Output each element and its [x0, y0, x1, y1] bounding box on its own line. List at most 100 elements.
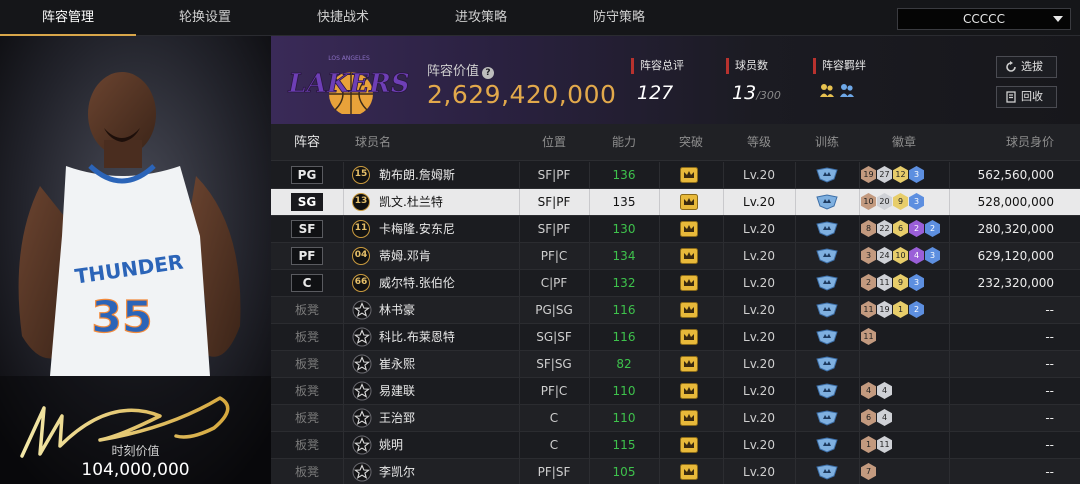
crown-badge-icon[interactable]: [680, 302, 698, 318]
team-select-dropdown[interactable]: CCCCC: [897, 8, 1071, 30]
badge-gold[interactable]: 9: [893, 193, 908, 210]
tab-rotation-settings[interactable]: 轮换设置: [136, 0, 274, 36]
table-row[interactable]: SF 11 卡梅隆.安东尼 SF|PF 130 Lv.20 8 22 6 2 2 280,320,00…: [271, 216, 1080, 243]
badge-list[interactable]: 2 11 9 3: [861, 274, 924, 292]
badge-gold[interactable]: 9: [893, 274, 908, 291]
crown-badge-icon[interactable]: [680, 167, 698, 183]
badge-bronze[interactable]: 3: [861, 247, 876, 264]
table-row[interactable]: 板凳 林书豪 PG|SG 116 Lv.20 11 19 1 2 --: [271, 297, 1080, 324]
badge-gold[interactable]: 1: [893, 301, 908, 318]
training-shield-icon[interactable]: [816, 302, 838, 318]
badge-bronze[interactable]: 8: [861, 220, 876, 237]
player-level: Lv.20: [743, 222, 775, 236]
badge-bronze[interactable]: 19: [861, 166, 876, 183]
training-shield-icon[interactable]: [816, 437, 838, 453]
select-button[interactable]: 选拔: [996, 56, 1057, 78]
player-card[interactable]: THUNDER 35 时刻价值 104,000,000: [0, 36, 271, 484]
crown-badge-icon[interactable]: [680, 221, 698, 237]
table-row[interactable]: 板凳 李凯尔 PF|SF 105 Lv.20 7 --: [271, 459, 1080, 484]
training-shield-icon[interactable]: [816, 194, 838, 210]
tab-quick-tactics[interactable]: 快捷战术: [274, 0, 412, 36]
badge-list[interactable]: 11 19 1 2: [861, 301, 924, 319]
help-icon[interactable]: ?: [482, 67, 495, 79]
player-value: --: [1045, 438, 1054, 452]
header-badges: 徽章: [891, 135, 916, 149]
training-shield-icon[interactable]: [816, 464, 838, 480]
table-row[interactable]: 板凳 易建联 PF|C 110 Lv.20 4 4 --: [271, 378, 1080, 405]
table-row[interactable]: C 66 威尔特.张伯伦 C|PF 132 Lv.20 2 11 9 3 232,320,000: [271, 270, 1080, 297]
table-row[interactable]: 板凳 科比.布莱恩特 SG|SF 116 Lv.20 11 --: [271, 324, 1080, 351]
badge-silver[interactable]: 19: [877, 301, 892, 318]
badge-list[interactable]: 3 24 10 4 3: [861, 247, 940, 265]
table-row[interactable]: 板凳 崔永熙 SF|SG 82 Lv.20 --: [271, 351, 1080, 378]
badge-silver[interactable]: 11: [877, 274, 892, 291]
badge-blue[interactable]: 2: [909, 301, 924, 318]
badge-purple[interactable]: 2: [909, 220, 924, 237]
badge-list[interactable]: 11: [861, 328, 876, 346]
badge-blue[interactable]: 3: [909, 274, 924, 291]
crown-badge-icon[interactable]: [680, 437, 698, 453]
badge-blue[interactable]: 3: [925, 247, 940, 264]
badge-bronze[interactable]: 4: [861, 382, 876, 399]
badge-purple[interactable]: 4: [909, 247, 924, 264]
badge-blue[interactable]: 3: [909, 166, 924, 183]
badge-list[interactable]: 44: [861, 382, 892, 400]
crown-badge-icon[interactable]: [680, 383, 698, 399]
training-shield-icon[interactable]: [816, 248, 838, 264]
badge-list[interactable]: 8 22 6 2 2: [861, 220, 940, 238]
badge-bronze[interactable]: 7: [861, 463, 876, 480]
badge-silver[interactable]: 11: [877, 436, 892, 453]
crown-badge-icon[interactable]: [680, 356, 698, 372]
badge-silver[interactable]: 22: [877, 220, 892, 237]
badge-silver[interactable]: 4: [877, 382, 892, 399]
badge-list[interactable]: 19 27 12 3: [861, 166, 924, 184]
badge-bronze[interactable]: 6: [861, 409, 876, 426]
training-shield-icon[interactable]: [816, 383, 838, 399]
badge-list[interactable]: 7: [861, 463, 876, 481]
crown-badge-icon[interactable]: [680, 329, 698, 345]
training-shield-icon[interactable]: [816, 356, 838, 372]
badge-bronze[interactable]: 10: [861, 193, 876, 210]
table-row[interactable]: 板凳 姚明 C 115 Lv.20 1 11 --: [271, 432, 1080, 459]
crown-badge-icon[interactable]: [680, 194, 698, 210]
training-shield-icon[interactable]: [816, 410, 838, 426]
badge-list[interactable]: 64: [861, 409, 892, 427]
bond-group-gold-icon[interactable]: [819, 82, 835, 98]
table-row[interactable]: SG 13 凯文.杜兰特 SF|PF 135 Lv.20 10 20 9 3 528,000,000: [271, 189, 1080, 216]
badge-silver[interactable]: 4: [877, 409, 892, 426]
slot-position-badge: PF: [291, 247, 323, 265]
badge-list[interactable]: 10 20 9 3: [861, 193, 924, 211]
training-shield-icon[interactable]: [816, 275, 838, 291]
table-row[interactable]: 板凳 王治郅 C 110 Lv.20 6 4 --: [271, 405, 1080, 432]
badge-gold[interactable]: 10: [893, 247, 908, 264]
crown-badge-icon[interactable]: [680, 464, 698, 480]
table-row[interactable]: PG 15 勒布朗.詹姆斯 SF|PF 136 Lv.20 19 27 12 3 562,560,0…: [271, 162, 1080, 189]
bond-icons[interactable]: [813, 82, 866, 98]
badge-silver[interactable]: 20: [877, 193, 892, 210]
badge-bronze[interactable]: 2: [861, 274, 876, 291]
badge-list[interactable]: 1 11: [861, 436, 892, 454]
badge-silver[interactable]: 27: [877, 166, 892, 183]
training-shield-icon[interactable]: [816, 167, 838, 183]
bond-group-blue-icon[interactable]: [839, 82, 855, 98]
badge-bronze[interactable]: 11: [861, 328, 876, 345]
column-divider: [795, 405, 796, 431]
badge-blue[interactable]: 2: [925, 220, 940, 237]
badge-gold[interactable]: 12: [893, 166, 908, 183]
tab-defense-strategy[interactable]: 防守策略: [550, 0, 688, 36]
crown-badge-icon[interactable]: [680, 410, 698, 426]
lineup-value-label-text: 阵容价值: [427, 64, 480, 79]
training-shield-icon[interactable]: [816, 221, 838, 237]
badge-silver[interactable]: 24: [877, 247, 892, 264]
badge-blue[interactable]: 3: [909, 193, 924, 210]
training-shield-icon[interactable]: [816, 329, 838, 345]
tab-offense-strategy[interactable]: 进攻策略: [412, 0, 550, 36]
crown-badge-icon[interactable]: [680, 275, 698, 291]
recycle-button[interactable]: 回收: [996, 86, 1057, 108]
crown-badge-icon[interactable]: [680, 248, 698, 264]
badge-bronze[interactable]: 11: [861, 301, 876, 318]
tab-lineup-management[interactable]: 阵容管理: [0, 0, 136, 36]
badge-bronze[interactable]: 1: [861, 436, 876, 453]
table-row[interactable]: PF 04 蒂姆.邓肯 PF|C 134 Lv.20 3 24 10 4 3 629,120,000: [271, 243, 1080, 270]
badge-gold[interactable]: 6: [893, 220, 908, 237]
